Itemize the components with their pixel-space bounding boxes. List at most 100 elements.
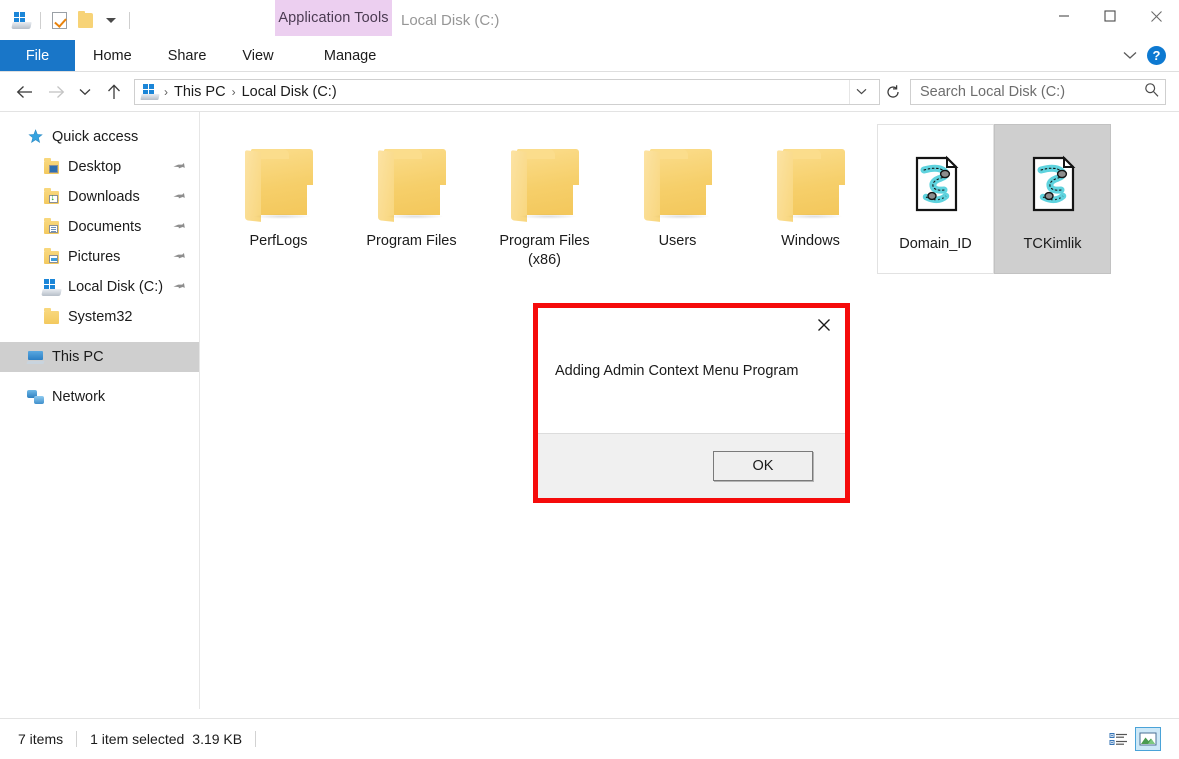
up-button[interactable] [98, 77, 130, 107]
search-placeholder: Search Local Disk (C:) [920, 83, 1066, 100]
sidebar-item-this-pc[interactable]: This PC [0, 342, 199, 372]
sidebar-item-local-disk[interactable]: Local Disk (C:) [0, 272, 199, 302]
ok-button[interactable]: OK [713, 451, 813, 481]
status-bar: 7 items 1 item selected 3.19 KB [0, 718, 1179, 759]
address-bar: › This PC › Local Disk (C:) Search Local… [0, 72, 1179, 112]
view-toggles [1105, 727, 1169, 751]
large-icons-view-icon[interactable] [1135, 727, 1161, 751]
breadcrumb[interactable]: › This PC › Local Disk (C:) [134, 78, 880, 105]
quick-access-toolbar [0, 0, 135, 40]
breadcrumb-tools [849, 79, 873, 104]
pin-icon[interactable] [170, 217, 188, 236]
sidebar-item-documents[interactable]: Documents [0, 212, 199, 242]
sidebar-item-network[interactable]: Network [0, 382, 199, 412]
navigation-pane: Quick access Desktop Downloads Doc [0, 112, 200, 709]
tab-home[interactable]: Home [75, 40, 150, 71]
folder-documents-icon [42, 217, 60, 236]
network-icon [26, 389, 44, 406]
window-controls [1041, 0, 1179, 32]
properties-checkbox-icon[interactable] [46, 7, 72, 33]
file-name: Users [658, 233, 697, 249]
star-icon [26, 129, 44, 146]
drive-icon[interactable] [9, 7, 35, 33]
sidebar-item-label: Documents [68, 219, 142, 235]
close-icon[interactable] [1133, 0, 1179, 32]
sidebar-item-desktop[interactable]: Desktop [0, 152, 199, 182]
tab-file[interactable]: File [0, 40, 75, 71]
folder-icon [615, 130, 740, 232]
status-divider-2 [255, 731, 257, 747]
toolbar-divider [40, 11, 41, 29]
vbscript-file-icon [999, 133, 1106, 235]
folder-desktop-icon [42, 157, 60, 176]
chevron-down-icon[interactable] [98, 7, 124, 33]
selection-info: 1 item selected [90, 731, 185, 747]
details-view-icon[interactable] [1105, 727, 1131, 751]
drive-icon [41, 278, 62, 296]
breadcrumb-item-this-pc[interactable]: This PC [169, 84, 231, 100]
tab-share[interactable]: Share [150, 40, 225, 71]
pin-icon[interactable] [170, 157, 188, 176]
contextual-tab-label: Application Tools [278, 10, 389, 26]
folder-icon [349, 130, 474, 232]
file-name: Program Files (x86) [499, 233, 590, 268]
file-item-perflogs[interactable]: PerfLogs [212, 124, 345, 274]
recent-locations-icon[interactable] [72, 77, 98, 107]
toolbar-divider-2 [129, 11, 130, 29]
folder-downloads-icon [42, 187, 60, 206]
new-folder-icon[interactable] [72, 7, 98, 33]
vbscript-file-icon [882, 133, 989, 235]
maximize-icon[interactable] [1087, 0, 1133, 32]
tab-manage[interactable]: Manage [291, 40, 409, 71]
file-name: TCKimlik [1023, 236, 1082, 252]
refresh-icon[interactable] [880, 77, 906, 107]
folder-icon [482, 130, 607, 232]
sidebar-item-pictures[interactable]: Pictures [0, 242, 199, 272]
folder-icon [216, 130, 341, 232]
file-item-users[interactable]: Users [611, 124, 744, 274]
file-item-program-files[interactable]: Program Files [345, 124, 478, 274]
file-name: PerfLogs [249, 233, 308, 249]
item-count: 7 items [18, 731, 64, 747]
file-item-program-files-x86[interactable]: Program Files (x86) [478, 124, 611, 274]
folder-icon [748, 130, 873, 232]
sidebar-item-label: Local Disk (C:) [68, 279, 164, 295]
sidebar-item-quick-access[interactable]: Quick access [0, 122, 199, 152]
file-item-domain-id[interactable]: Domain_ID [877, 124, 994, 274]
file-name: Domain_ID [899, 236, 972, 252]
tab-view[interactable]: View [224, 40, 291, 71]
message-dialog: Adding Admin Context Menu Program OK [533, 303, 850, 503]
help-icon[interactable]: ? [1147, 46, 1166, 65]
this-pc-icon [25, 349, 45, 366]
sidebar-item-downloads[interactable]: Downloads [0, 182, 199, 212]
minimize-icon[interactable] [1041, 0, 1087, 32]
ribbon-right-controls: ? [1123, 40, 1179, 71]
file-name: Windows [781, 233, 840, 249]
window-title: Local Disk (C:) [401, 11, 500, 29]
chevron-down-icon[interactable] [1123, 51, 1137, 60]
pin-icon[interactable] [170, 187, 188, 206]
sidebar-item-label: Pictures [68, 249, 121, 265]
folder-pictures-icon [42, 247, 60, 266]
breadcrumb-item-local-disk[interactable]: Local Disk (C:) [237, 84, 342, 100]
contextual-tab-header: Application Tools [275, 0, 392, 36]
close-icon[interactable] [812, 313, 836, 337]
sidebar-item-label: Network [52, 389, 106, 405]
search-icon[interactable] [1144, 82, 1159, 101]
sidebar-item-label: System32 [68, 309, 133, 325]
file-grid: PerfLogs Program Files Program Files (x8… [212, 124, 1179, 274]
sidebar-item-label: Desktop [68, 159, 122, 175]
search-input[interactable]: Search Local Disk (C:) [910, 78, 1166, 105]
sidebar-item-system32[interactable]: System32 [0, 302, 199, 332]
file-item-tckimlik[interactable]: TCKimlik [994, 124, 1111, 274]
title-bar: Application Tools Local Disk (C:) [0, 0, 1179, 40]
chevron-down-icon[interactable] [849, 79, 873, 104]
pin-icon[interactable] [170, 247, 188, 266]
pin-icon[interactable] [170, 277, 188, 296]
dialog-message: Adding Admin Context Menu Program [555, 362, 799, 379]
sidebar-item-label: Quick access [52, 129, 139, 145]
forward-button[interactable] [40, 77, 72, 107]
back-button[interactable] [8, 77, 40, 107]
sidebar-item-label: This PC [52, 349, 104, 365]
file-item-windows[interactable]: Windows [744, 124, 877, 274]
